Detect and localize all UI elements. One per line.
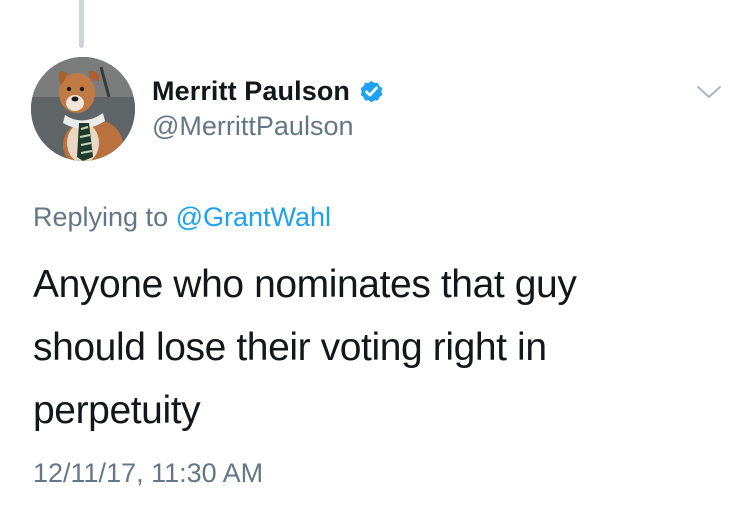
tweet-text-line: Anyone who nominates that guy bbox=[33, 263, 577, 306]
replying-to-label: Replying to bbox=[33, 202, 169, 232]
author-display-name[interactable]: Merritt Paulson bbox=[152, 76, 350, 107]
replying-to-line: Replying to @GrantWahl bbox=[33, 202, 331, 233]
tweet-text-line: perpetuity bbox=[33, 389, 201, 432]
chevron-down-icon[interactable] bbox=[695, 82, 723, 102]
tweet-text: Anyone who nominates that guy should los… bbox=[33, 253, 673, 442]
thread-connector-line bbox=[79, 0, 84, 48]
avatar[interactable] bbox=[31, 57, 135, 161]
tweet-timestamp[interactable]: 12/11/17, 11:30 AM bbox=[33, 458, 263, 489]
verified-badge-icon bbox=[358, 78, 385, 105]
reply-mention-link[interactable]: @GrantWahl bbox=[176, 202, 331, 232]
tweet: Merritt Paulson @MerrittPaulson Replying… bbox=[0, 0, 750, 515]
tweet-text-line: should lose their voting right in bbox=[33, 326, 547, 369]
author-name-row[interactable]: Merritt Paulson bbox=[152, 73, 385, 109]
dog-avatar-image bbox=[31, 57, 135, 161]
author-handle[interactable]: @MerrittPaulson bbox=[152, 111, 353, 142]
